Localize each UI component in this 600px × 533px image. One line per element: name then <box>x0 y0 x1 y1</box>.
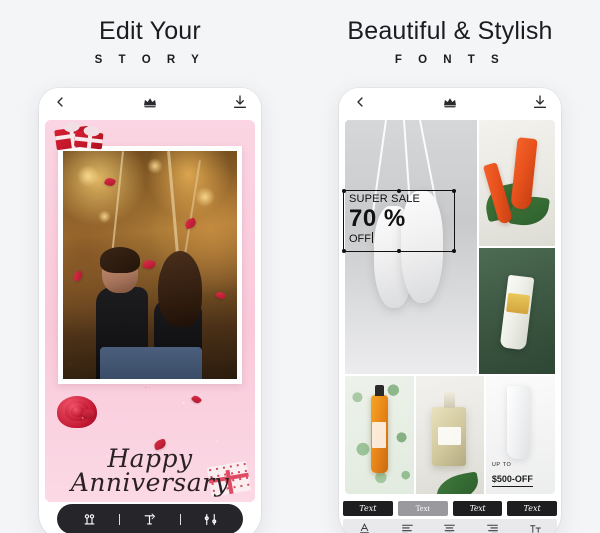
crown-icon[interactable] <box>142 94 158 110</box>
text-tool-icon[interactable] <box>142 512 157 527</box>
download-icon[interactable] <box>232 94 248 110</box>
text-format-toolbar[interactable] <box>343 519 557 533</box>
sticker-icon[interactable] <box>82 512 97 527</box>
align-left-icon[interactable] <box>401 522 414 533</box>
phone-mockup-right: UP TO $500-OFF SUPER SALE 70 % OFF Text … <box>339 88 561 533</box>
panel-heading-left: Edit Your S T O R Y <box>0 16 300 67</box>
align-center-icon[interactable] <box>443 522 456 533</box>
align-right-icon[interactable] <box>486 522 499 533</box>
toolbar-divider <box>119 513 121 525</box>
sparkle-overlay <box>45 120 255 502</box>
adjust-icon[interactable] <box>203 512 218 527</box>
back-arrow-icon[interactable] <box>352 94 368 110</box>
panel-beautiful-stylish-fonts: Beautiful & Stylish F O N T S UP TO $500… <box>300 0 600 533</box>
toolbar-divider <box>179 513 181 525</box>
resize-handle-bottom-left[interactable] <box>342 249 346 253</box>
crown-icon[interactable] <box>442 94 458 110</box>
sale-text-line2: 70 % <box>349 205 406 232</box>
app-bar-left <box>39 88 261 116</box>
heading-title-right: Beautiful & Stylish <box>347 17 553 45</box>
resize-handle-bottom-middle[interactable] <box>397 249 401 253</box>
orange-cosmetics-photo[interactable] <box>479 120 555 247</box>
photo-collage[interactable]: UP TO $500-OFF <box>345 120 555 494</box>
editor-toolbar-left[interactable] <box>57 504 243 533</box>
perfume-photo[interactable] <box>415 376 485 494</box>
resize-handle-top-left[interactable] <box>342 189 346 193</box>
heading-subtitle-right: F O N T S <box>394 54 506 66</box>
eucalyptus-bottle-photo[interactable] <box>345 376 414 494</box>
green-skincare-photo[interactable] <box>479 248 555 375</box>
white-tube-photo[interactable]: UP TO $500-OFF <box>486 376 555 494</box>
text-color-icon[interactable] <box>358 522 371 533</box>
back-arrow-icon[interactable] <box>52 94 68 110</box>
resize-handle-top-middle[interactable] <box>397 189 401 193</box>
phone-mockup-left: Happy Anniversary <box>39 88 261 533</box>
resize-handle-top-right[interactable] <box>452 189 456 193</box>
promo-text: UP TO $500-OFF <box>491 461 551 487</box>
selected-text-object[interactable]: SUPER SALE 70 % OFF <box>342 189 456 253</box>
collage-column-right <box>479 120 555 375</box>
promo-line1: UP TO <box>491 461 512 468</box>
collage-row-bottom: UP TO $500-OFF <box>345 376 555 494</box>
resize-handle-bottom-right[interactable] <box>452 249 456 253</box>
download-icon[interactable] <box>532 94 548 110</box>
promo-line2: $500-OFF <box>491 474 533 487</box>
font-chip-3[interactable]: Text <box>452 500 503 516</box>
font-chip-4[interactable]: Text <box>507 500 557 516</box>
font-style-bar[interactable]: Text Text Text Text <box>343 500 557 516</box>
app-store-screenshot-pair: Edit Your S T O R Y Happy Anniversary Be… <box>0 0 600 533</box>
heading-title-left: Edit Your <box>99 17 201 45</box>
editor-canvas-right[interactable]: UP TO $500-OFF SUPER SALE 70 % OFF Text … <box>339 116 561 533</box>
font-chip-2[interactable]: Text <box>397 500 448 516</box>
heading-subtitle-left: S T O R Y <box>94 54 206 66</box>
app-bar-right <box>339 88 561 116</box>
panel-edit-your-story: Edit Your S T O R Y Happy Anniversary <box>0 0 300 533</box>
text-caret <box>372 232 373 243</box>
editor-canvas-left[interactable]: Happy Anniversary <box>39 116 261 533</box>
anniversary-card[interactable]: Happy Anniversary <box>45 120 255 502</box>
panel-heading-right: Beautiful & Stylish F O N T S <box>300 16 600 67</box>
font-size-icon[interactable] <box>529 522 542 533</box>
font-chip-1[interactable]: Text <box>343 500 393 516</box>
sale-text-line3: OFF <box>349 232 373 245</box>
